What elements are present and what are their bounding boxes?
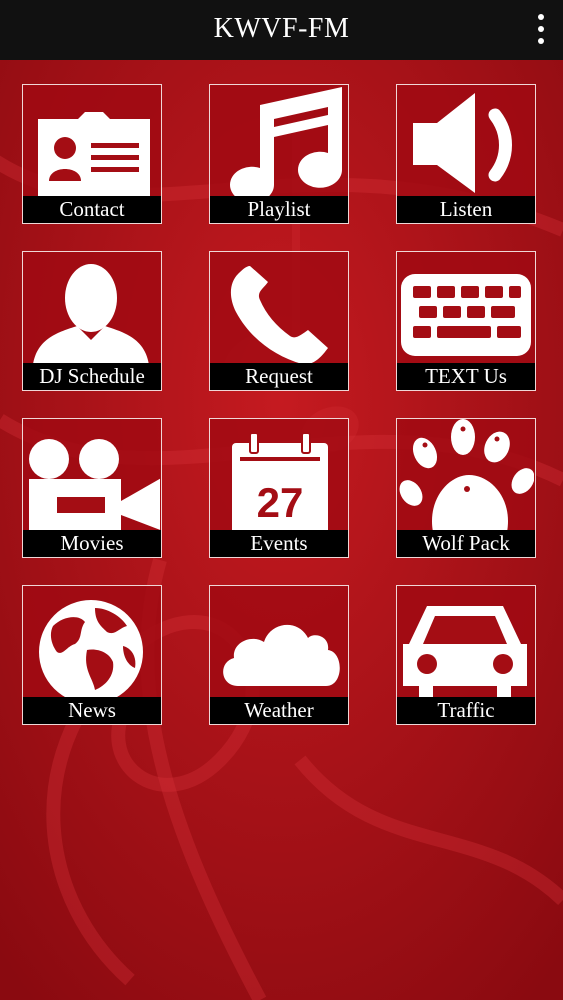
paw-icon <box>399 419 534 532</box>
tile-label: Movies <box>23 530 161 557</box>
overflow-dot <box>538 26 544 32</box>
overflow-dot <box>538 14 544 20</box>
speaker-icon <box>413 93 512 193</box>
overflow-dot <box>538 38 544 44</box>
tile-label: DJ Schedule <box>23 363 161 390</box>
app-bar: KWVF-FM <box>0 0 563 60</box>
tile-label: Request <box>210 363 348 390</box>
tile-label: Events <box>210 530 348 557</box>
tile-label: News <box>23 697 161 724</box>
person-icon <box>33 264 149 365</box>
cloud-icon <box>223 624 340 686</box>
tile-label: Weather <box>210 697 348 724</box>
overflow-menu-button[interactable] <box>533 14 549 44</box>
request-tile[interactable]: Request <box>209 251 349 391</box>
movie-camera-icon <box>29 439 160 531</box>
tile-label: Playlist <box>210 196 348 223</box>
phone-icon <box>230 266 328 365</box>
tile-label: Wolf Pack <box>397 530 535 557</box>
music-notes-icon <box>230 87 342 198</box>
playlist-tile[interactable]: Playlist <box>209 84 349 224</box>
news-tile[interactable]: News <box>22 585 162 725</box>
calendar-icon: 27 <box>232 432 328 532</box>
weather-tile[interactable]: Weather <box>209 585 349 725</box>
text-us-tile[interactable]: TEXT Us <box>396 251 536 391</box>
tile-label: Traffic <box>397 697 535 724</box>
dj-schedule-tile[interactable]: DJ Schedule <box>22 251 162 391</box>
movies-tile[interactable]: Movies <box>22 418 162 558</box>
globe-icon <box>39 600 143 699</box>
app-title: KWVF-FM <box>213 13 350 44</box>
car-icon <box>403 606 527 699</box>
tile-label: TEXT Us <box>397 363 535 390</box>
tile-label: Contact <box>23 196 161 223</box>
traffic-tile[interactable]: Traffic <box>396 585 536 725</box>
listen-tile[interactable]: Listen <box>396 84 536 224</box>
events-tile[interactable]: 27 Events <box>209 418 349 558</box>
keyboard-icon <box>401 274 531 356</box>
calendar-date: 27 <box>257 479 304 526</box>
wolf-pack-tile[interactable]: Wolf Pack <box>396 418 536 558</box>
id-card-icon <box>38 112 150 196</box>
contact-tile[interactable]: Contact <box>22 84 162 224</box>
tile-label: Listen <box>397 196 535 223</box>
